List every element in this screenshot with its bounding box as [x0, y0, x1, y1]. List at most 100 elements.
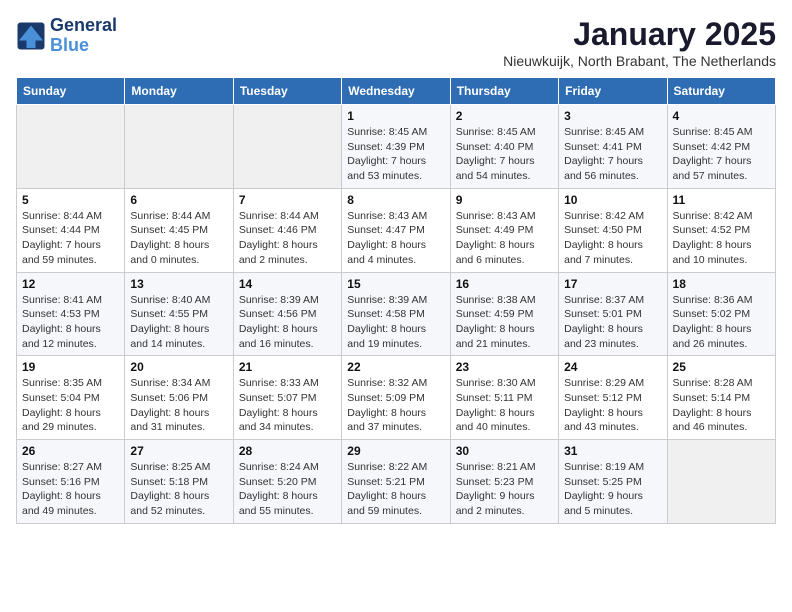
- calendar-day: 18 Sunrise: 8:36 AM Sunset: 5:02 PM Dayli…: [667, 272, 775, 356]
- day-number: 18: [673, 277, 770, 291]
- calendar-week: 12Sunrise: 8:41 AM Sunset: 4:53 PM Dayli…: [17, 272, 776, 356]
- day-number: 8: [347, 193, 444, 207]
- day-number: 19: [22, 360, 119, 374]
- day-info: Sunrise: 8:44 AM Sunset: 4:44 PM Dayligh…: [22, 209, 119, 268]
- day-number: 11: [673, 193, 770, 207]
- calendar-day: 1 Sunrise: 8:45 AM Sunset: 4:39 PM Daylig…: [342, 105, 450, 189]
- calendar-body: 1 Sunrise: 8:45 AM Sunset: 4:39 PM Daylig…: [17, 105, 776, 524]
- day-number: 13: [130, 277, 227, 291]
- day-number: 22: [347, 360, 444, 374]
- day-info: Sunrise: 8:34 AM Sunset: 5:06 PM Dayligh…: [130, 376, 227, 435]
- calendar-week: 19Sunrise: 8:35 AM Sunset: 5:04 PM Dayli…: [17, 356, 776, 440]
- location: Nieuwkuijk, North Brabant, The Netherlan…: [503, 53, 776, 69]
- calendar-day: 10 Sunrise: 8:42 AM Sunset: 4:50 PM Dayli…: [559, 188, 667, 272]
- header: General Blue January 2025 Nieuwkuijk, No…: [16, 16, 776, 69]
- calendar-day: 28Sunrise: 8:24 AM Sunset: 5:20 PM Dayli…: [233, 440, 341, 524]
- calendar-day: 8 Sunrise: 8:43 AM Sunset: 4:47 PM Daylig…: [342, 188, 450, 272]
- month-year: January 2025: [503, 16, 776, 53]
- day-info: Sunrise: 8:29 AM Sunset: 5:12 PM Dayligh…: [564, 376, 661, 435]
- logo-line1: General: [50, 16, 117, 36]
- calendar-day: 5 Sunrise: 8:44 AM Sunset: 4:44 PM Daylig…: [17, 188, 125, 272]
- day-info: Sunrise: 8:33 AM Sunset: 5:07 PM Dayligh…: [239, 376, 336, 435]
- logo-text: General Blue: [50, 16, 117, 56]
- calendar-day: 17Sunrise: 8:37 AM Sunset: 5:01 PM Dayli…: [559, 272, 667, 356]
- calendar-day: 31Sunrise: 8:19 AM Sunset: 5:25 PM Dayli…: [559, 440, 667, 524]
- calendar: SundayMondayTuesdayWednesdayThursdayFrid…: [16, 77, 776, 524]
- day-info: Sunrise: 8:27 AM Sunset: 5:16 PM Dayligh…: [22, 460, 119, 519]
- day-number: 27: [130, 444, 227, 458]
- day-number: 9: [456, 193, 553, 207]
- day-info: Sunrise: 8:45 AM Sunset: 4:40 PM Dayligh…: [456, 125, 553, 184]
- calendar-day: 2 Sunrise: 8:45 AM Sunset: 4:40 PM Daylig…: [450, 105, 558, 189]
- day-info: Sunrise: 8:38 AM Sunset: 4:59 PM Dayligh…: [456, 293, 553, 352]
- day-number: 4: [673, 109, 770, 123]
- day-number: 21: [239, 360, 336, 374]
- calendar-day: 27Sunrise: 8:25 AM Sunset: 5:18 PM Dayli…: [125, 440, 233, 524]
- weekday-label: Thursday: [450, 78, 558, 105]
- weekday-label: Sunday: [17, 78, 125, 105]
- calendar-week: 1 Sunrise: 8:45 AM Sunset: 4:39 PM Daylig…: [17, 105, 776, 189]
- day-info: Sunrise: 8:42 AM Sunset: 4:50 PM Dayligh…: [564, 209, 661, 268]
- day-number: 25: [673, 360, 770, 374]
- day-number: 2: [456, 109, 553, 123]
- day-number: 16: [456, 277, 553, 291]
- calendar-day: 15 Sunrise: 8:39 AM Sunset: 4:58 PM Dayli…: [342, 272, 450, 356]
- calendar-day: 14 Sunrise: 8:39 AM Sunset: 4:56 PM Dayli…: [233, 272, 341, 356]
- day-info: Sunrise: 8:45 AM Sunset: 4:42 PM Dayligh…: [673, 125, 770, 184]
- calendar-day: 22 Sunrise: 8:32 AM Sunset: 5:09 PM Dayli…: [342, 356, 450, 440]
- day-info: Sunrise: 8:21 AM Sunset: 5:23 PM Dayligh…: [456, 460, 553, 519]
- day-number: 7: [239, 193, 336, 207]
- day-number: 5: [22, 193, 119, 207]
- calendar-day: 16 Sunrise: 8:38 AM Sunset: 4:59 PM Dayli…: [450, 272, 558, 356]
- day-info: Sunrise: 8:22 AM Sunset: 5:21 PM Dayligh…: [347, 460, 444, 519]
- logo-icon: [16, 21, 46, 51]
- day-number: 31: [564, 444, 661, 458]
- calendar-day: 21 Sunrise: 8:33 AM Sunset: 5:07 PM Dayli…: [233, 356, 341, 440]
- day-info: Sunrise: 8:39 AM Sunset: 4:58 PM Dayligh…: [347, 293, 444, 352]
- calendar-week: 26Sunrise: 8:27 AM Sunset: 5:16 PM Dayli…: [17, 440, 776, 524]
- day-number: 10: [564, 193, 661, 207]
- day-number: 1: [347, 109, 444, 123]
- day-number: 6: [130, 193, 227, 207]
- day-number: 15: [347, 277, 444, 291]
- day-info: Sunrise: 8:43 AM Sunset: 4:47 PM Dayligh…: [347, 209, 444, 268]
- day-info: Sunrise: 8:32 AM Sunset: 5:09 PM Dayligh…: [347, 376, 444, 435]
- day-number: 23: [456, 360, 553, 374]
- calendar-day: 12Sunrise: 8:41 AM Sunset: 4:53 PM Dayli…: [17, 272, 125, 356]
- day-number: 28: [239, 444, 336, 458]
- calendar-day: 29 Sunrise: 8:22 AM Sunset: 5:21 PM Dayli…: [342, 440, 450, 524]
- calendar-day: 7 Sunrise: 8:44 AM Sunset: 4:46 PM Daylig…: [233, 188, 341, 272]
- calendar-day: 23Sunrise: 8:30 AM Sunset: 5:11 PM Dayli…: [450, 356, 558, 440]
- weekday-header: SundayMondayTuesdayWednesdayThursdayFrid…: [17, 78, 776, 105]
- calendar-day: [17, 105, 125, 189]
- day-info: Sunrise: 8:45 AM Sunset: 4:39 PM Dayligh…: [347, 125, 444, 184]
- calendar-day: 3Sunrise: 8:45 AM Sunset: 4:41 PM Daylig…: [559, 105, 667, 189]
- day-number: 3: [564, 109, 661, 123]
- calendar-day: 20 Sunrise: 8:34 AM Sunset: 5:06 PM Dayli…: [125, 356, 233, 440]
- day-info: Sunrise: 8:39 AM Sunset: 4:56 PM Dayligh…: [239, 293, 336, 352]
- calendar-day: [667, 440, 775, 524]
- weekday-label: Friday: [559, 78, 667, 105]
- day-number: 29: [347, 444, 444, 458]
- calendar-day: 24Sunrise: 8:29 AM Sunset: 5:12 PM Dayli…: [559, 356, 667, 440]
- day-info: Sunrise: 8:40 AM Sunset: 4:55 PM Dayligh…: [130, 293, 227, 352]
- logo: General Blue: [16, 16, 117, 56]
- day-number: 14: [239, 277, 336, 291]
- weekday-label: Tuesday: [233, 78, 341, 105]
- calendar-day: [125, 105, 233, 189]
- calendar-day: 4 Sunrise: 8:45 AM Sunset: 4:42 PM Daylig…: [667, 105, 775, 189]
- calendar-day: 25Sunrise: 8:28 AM Sunset: 5:14 PM Dayli…: [667, 356, 775, 440]
- weekday-label: Saturday: [667, 78, 775, 105]
- day-info: Sunrise: 8:41 AM Sunset: 4:53 PM Dayligh…: [22, 293, 119, 352]
- day-info: Sunrise: 8:42 AM Sunset: 4:52 PM Dayligh…: [673, 209, 770, 268]
- calendar-day: 9 Sunrise: 8:43 AM Sunset: 4:49 PM Daylig…: [450, 188, 558, 272]
- day-number: 30: [456, 444, 553, 458]
- title-block: January 2025 Nieuwkuijk, North Brabant, …: [503, 16, 776, 69]
- calendar-day: 19Sunrise: 8:35 AM Sunset: 5:04 PM Dayli…: [17, 356, 125, 440]
- day-number: 20: [130, 360, 227, 374]
- calendar-day: 11 Sunrise: 8:42 AM Sunset: 4:52 PM Dayli…: [667, 188, 775, 272]
- day-info: Sunrise: 8:36 AM Sunset: 5:02 PM Dayligh…: [673, 293, 770, 352]
- calendar-day: 26Sunrise: 8:27 AM Sunset: 5:16 PM Dayli…: [17, 440, 125, 524]
- day-info: Sunrise: 8:44 AM Sunset: 4:46 PM Dayligh…: [239, 209, 336, 268]
- day-info: Sunrise: 8:43 AM Sunset: 4:49 PM Dayligh…: [456, 209, 553, 268]
